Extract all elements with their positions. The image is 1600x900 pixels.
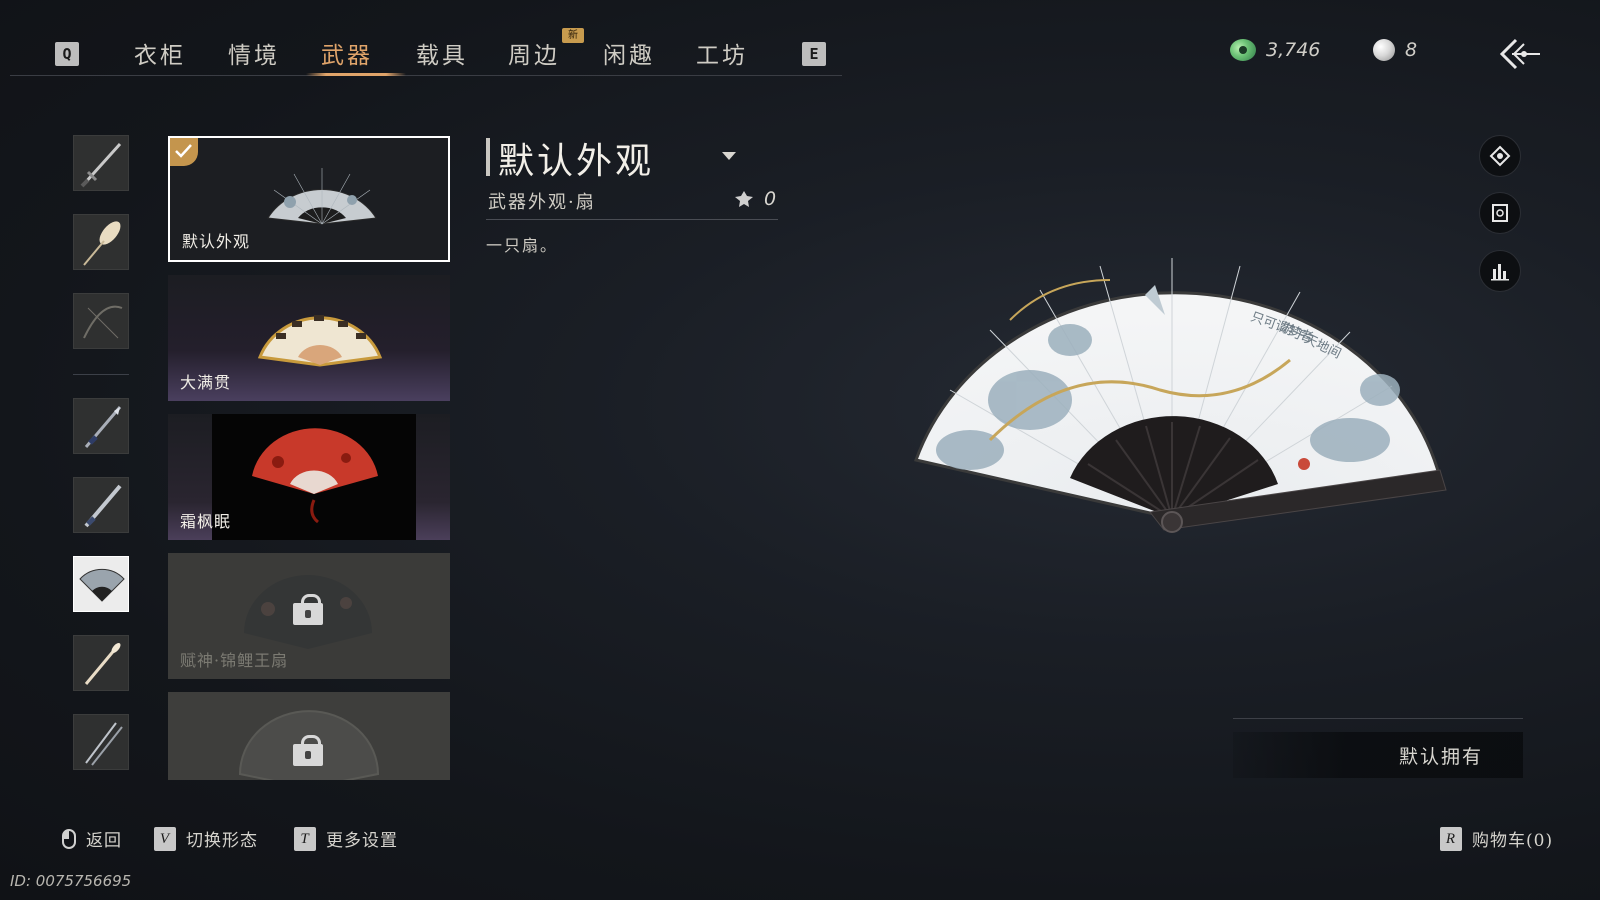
lock-icon bbox=[293, 735, 323, 766]
weapon-3d-preview[interactable]: 只可谓梦者 游于天地间 bbox=[910, 240, 1480, 560]
stats-button[interactable] bbox=[1479, 250, 1521, 292]
prev-tab-key[interactable]: Q bbox=[55, 42, 79, 66]
weapon-appearance-screen: Q 衣柜 情境 武器 载具 周边 新 闲趣 工坊 E 3,746 8 默认外观 … bbox=[0, 0, 1600, 900]
player-id: ID: 0075756695 bbox=[10, 872, 132, 890]
fragment-count: 0 bbox=[734, 188, 776, 210]
skin-card-frost-maple[interactable]: 霜枫眠 bbox=[168, 414, 450, 540]
skin-card-default[interactable]: 默认外观 bbox=[168, 136, 450, 262]
detail-title: 默认外观 bbox=[498, 141, 655, 182]
next-tab-key[interactable]: E bbox=[802, 42, 826, 66]
chevron-down-icon[interactable] bbox=[722, 152, 736, 160]
jade-currency: 3,746 bbox=[1230, 36, 1320, 64]
more-settings-hint[interactable]: T 更多设置 bbox=[294, 826, 398, 851]
pearl-currency: 8 bbox=[1373, 36, 1417, 64]
weapon-slot-dual-blades[interactable] bbox=[73, 714, 129, 770]
tab-leisure[interactable]: 闲趣 bbox=[603, 36, 655, 70]
back-hint-label: 返回 bbox=[86, 831, 122, 851]
view-angle-button[interactable] bbox=[1479, 135, 1521, 177]
skin-card-label: 大满贯 bbox=[180, 373, 232, 392]
rotate-view-icon bbox=[1489, 145, 1511, 167]
sword-icon bbox=[80, 142, 122, 188]
pearl-amount: 8 bbox=[1405, 39, 1418, 61]
weapon-slot-sword[interactable] bbox=[73, 135, 129, 191]
switch-form-label: 切换形态 bbox=[186, 831, 258, 851]
ownership-status: 默认拥有 bbox=[1233, 732, 1523, 778]
feather-icon bbox=[83, 221, 121, 266]
detail-subtitle: 武器外观·扇 bbox=[488, 192, 596, 213]
switch-form-hint[interactable]: V 切换形态 bbox=[154, 826, 258, 851]
weapon-slot-feather[interactable] bbox=[73, 214, 129, 270]
spear-icon bbox=[84, 406, 122, 448]
brush-icon bbox=[84, 643, 121, 685]
tab-vehicles[interactable]: 载具 bbox=[416, 36, 468, 70]
equipped-check-icon bbox=[170, 138, 198, 166]
ownership-text: 默认拥有 bbox=[1398, 746, 1483, 768]
cart-label: 购物车(0) bbox=[1472, 831, 1554, 851]
fragment-count-value: 0 bbox=[764, 188, 777, 210]
dual-blades-icon bbox=[85, 722, 123, 766]
key-t: T bbox=[294, 826, 316, 851]
back-arrow-icon[interactable] bbox=[1496, 34, 1542, 74]
active-tab-underline bbox=[306, 73, 406, 76]
back-hint[interactable]: 返回 bbox=[62, 826, 122, 851]
skin-card-label: 默认外观 bbox=[182, 232, 251, 251]
jade-amount: 3,746 bbox=[1266, 39, 1321, 61]
scene-toggle-button[interactable] bbox=[1479, 192, 1521, 234]
mouse-icon bbox=[62, 828, 76, 849]
new-badge: 新 bbox=[562, 28, 584, 43]
key-v: V bbox=[154, 826, 176, 851]
weapon-slot-bow[interactable] bbox=[73, 293, 129, 349]
scroll-icon bbox=[1492, 204, 1508, 222]
skin-card-koi-king[interactable]: 赋神·锦鲤王扇 bbox=[168, 553, 450, 679]
weapon-slot-blade[interactable] bbox=[73, 477, 129, 533]
tab-merch[interactable]: 周边 bbox=[508, 36, 560, 70]
weapon-slot-fan[interactable] bbox=[73, 556, 129, 612]
skin-card-label: 赋神·锦鲤王扇 bbox=[180, 651, 289, 670]
rail-divider bbox=[73, 374, 129, 375]
weapon-slot-spear[interactable] bbox=[73, 398, 129, 454]
bar-chart-icon bbox=[1491, 264, 1509, 281]
blade-icon bbox=[84, 484, 122, 528]
fan-icon bbox=[79, 568, 125, 602]
skin-card-label: 霜枫眠 bbox=[180, 512, 232, 531]
category-tab-bar: Q 衣柜 情境 武器 载具 周边 新 闲趣 工坊 E bbox=[10, 28, 842, 76]
detail-separator bbox=[486, 219, 778, 220]
fragment-icon bbox=[735, 191, 753, 207]
skin-card-locked[interactable] bbox=[168, 692, 450, 780]
ownership-divider bbox=[1233, 718, 1523, 719]
skin-card-grand-slam[interactable]: 大满贯 bbox=[168, 275, 450, 401]
title-accent-bar bbox=[486, 138, 490, 176]
jade-icon bbox=[1230, 39, 1256, 61]
tab-wardrobe[interactable]: 衣柜 bbox=[134, 36, 186, 70]
bow-icon bbox=[83, 305, 123, 339]
tab-weapons[interactable]: 武器 bbox=[321, 36, 373, 70]
tab-workshop[interactable]: 工坊 bbox=[696, 36, 748, 70]
more-settings-label: 更多设置 bbox=[326, 831, 398, 851]
tab-scenario[interactable]: 情境 bbox=[228, 36, 280, 70]
detail-description: 一只扇。 bbox=[486, 236, 559, 255]
key-r: R bbox=[1440, 826, 1462, 851]
weapon-slot-brush[interactable] bbox=[73, 635, 129, 691]
cart-hint[interactable]: R 购物车(0) bbox=[1440, 826, 1553, 851]
pearl-icon bbox=[1373, 39, 1395, 61]
lock-icon bbox=[293, 594, 323, 625]
